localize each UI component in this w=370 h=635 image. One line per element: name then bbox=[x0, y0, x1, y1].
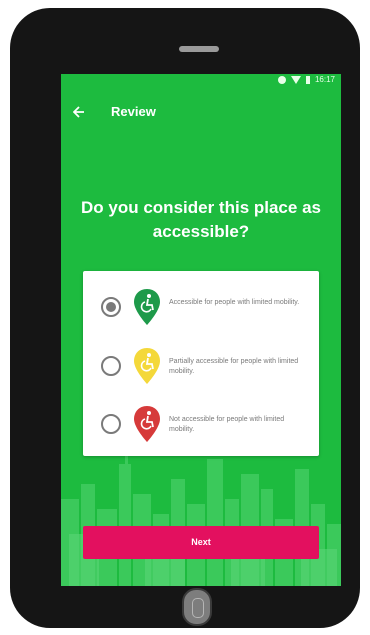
phone-frame: 16:17 Review Do you consider this place … bbox=[10, 8, 360, 628]
option-not-accessible[interactable]: Not accessible for people with limited m… bbox=[83, 401, 319, 451]
wifi-icon bbox=[290, 75, 301, 84]
arrow-left-icon bbox=[72, 106, 84, 118]
radio-accessible[interactable] bbox=[101, 297, 121, 317]
option-accessible[interactable]: Accessible for people with limited mobil… bbox=[83, 284, 319, 334]
notification-icon bbox=[277, 75, 286, 84]
options-card: Accessible for people with limited mobil… bbox=[83, 271, 319, 456]
battery-icon bbox=[305, 75, 310, 84]
option-label: Accessible for people with limited mobil… bbox=[169, 299, 300, 306]
wheelchair-marker-icon bbox=[134, 348, 160, 384]
status-bar: 16:17 bbox=[61, 74, 341, 86]
wheelchair-marker-icon bbox=[134, 406, 160, 442]
radio-partially-accessible[interactable] bbox=[101, 356, 121, 376]
page-title: Review bbox=[111, 104, 156, 119]
status-time: 16:17 bbox=[314, 75, 335, 84]
app-bar: Review bbox=[61, 96, 341, 126]
radio-not-accessible[interactable] bbox=[101, 414, 121, 434]
speaker-grille bbox=[179, 46, 219, 52]
home-button[interactable] bbox=[182, 588, 212, 626]
city-skyline-illustration bbox=[61, 452, 341, 586]
option-label: Partially accessible for people with lim… bbox=[169, 358, 299, 375]
option-label: Not accessible for people with limited m… bbox=[169, 416, 285, 433]
app-screen: 16:17 Review Do you consider this place … bbox=[61, 74, 341, 586]
next-button[interactable]: Next bbox=[83, 526, 319, 559]
question-heading: Do you consider this place as accessible… bbox=[81, 198, 321, 241]
status-icons: 16:17 bbox=[277, 75, 335, 84]
back-button[interactable] bbox=[69, 102, 89, 122]
option-partially-accessible[interactable]: Partially accessible for people with lim… bbox=[83, 343, 319, 393]
wheelchair-marker-icon bbox=[134, 289, 160, 325]
